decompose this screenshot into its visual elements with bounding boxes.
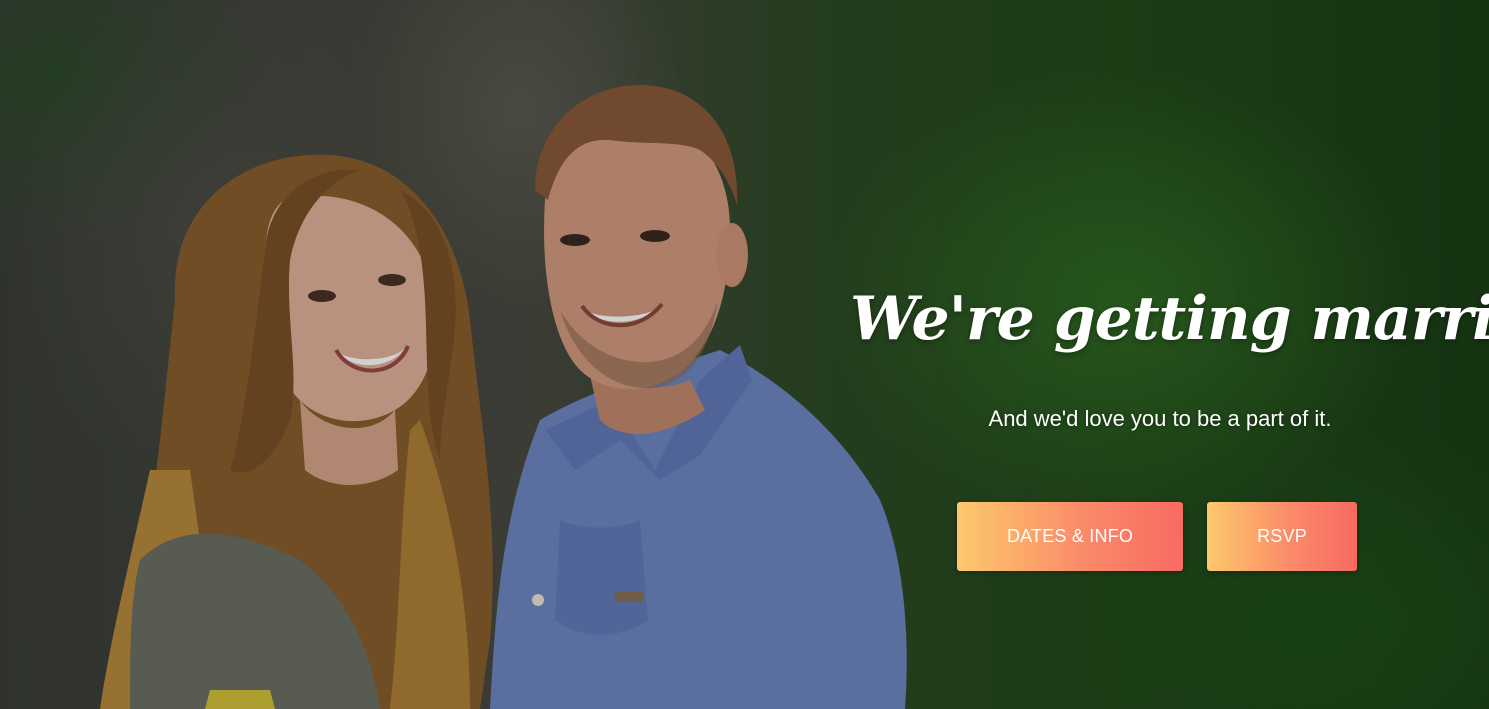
hero-content: We're getting married! And we'd love you…	[850, 270, 1489, 432]
hero-subhead: And we'd love you to be a part of it.	[988, 406, 1332, 431]
hero-buttons: DATES & INFO RSVP	[957, 502, 1357, 571]
rsvp-button[interactable]: RSVP	[1207, 502, 1357, 571]
hero-section: We're getting married! And we'd love you…	[0, 0, 1489, 709]
dates-info-button[interactable]: DATES & INFO	[957, 502, 1183, 571]
hero-headline: We're getting married!	[850, 284, 1489, 354]
